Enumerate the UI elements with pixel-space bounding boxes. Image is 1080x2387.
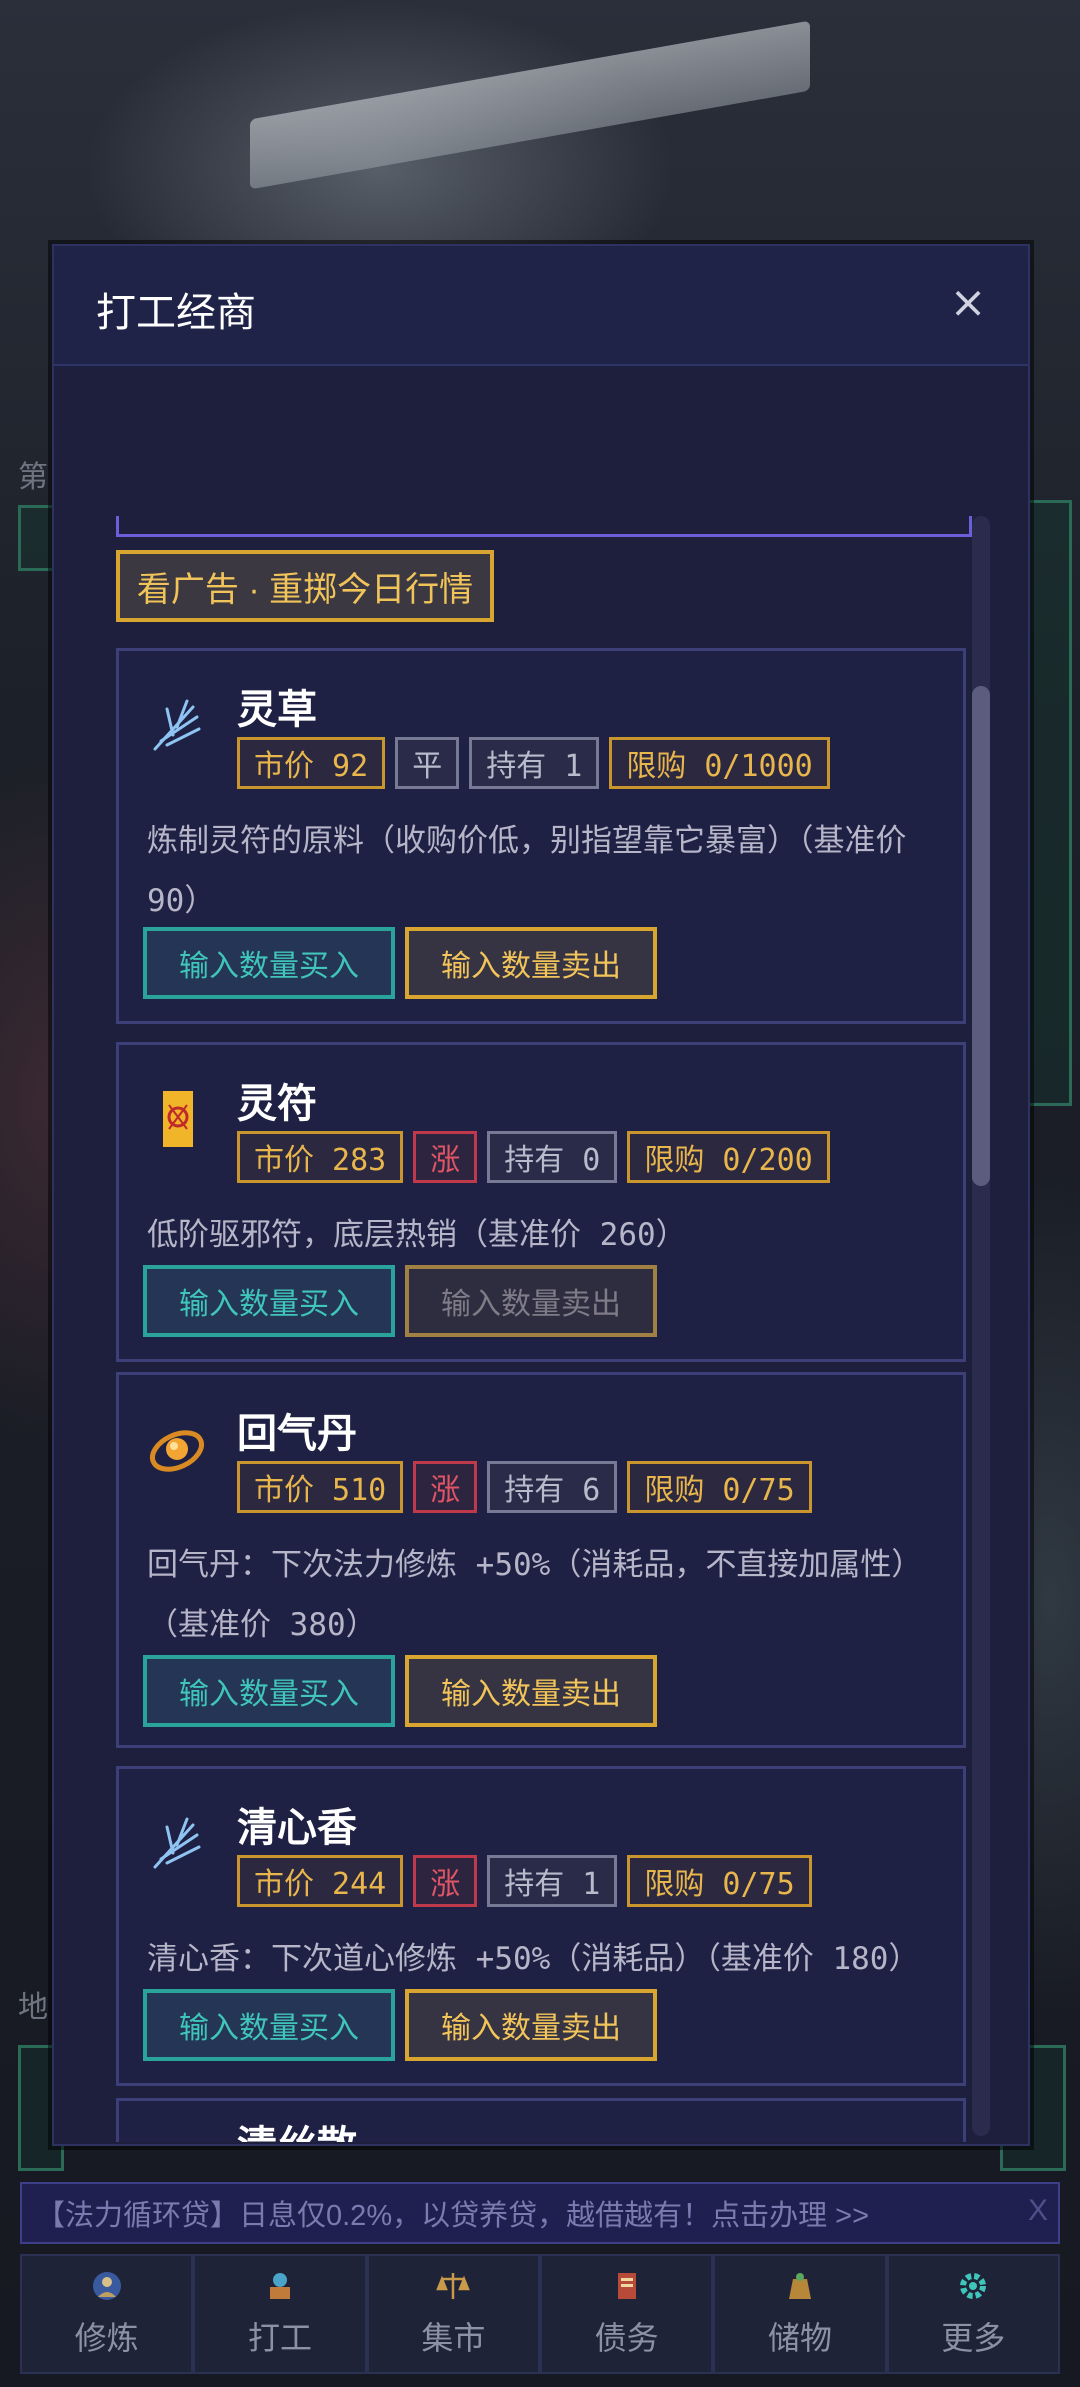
background-panel-right <box>1026 500 1072 1106</box>
trade-modal: 打工经商 × 看广告 · 重掷今日行情 灵草 市价 92 平 持有 1 限购 0… <box>52 244 1030 2146</box>
background-label-bottom: 地 <box>18 1991 48 2024</box>
gear-icon <box>960 2273 987 2299</box>
buy-button[interactable]: 输入数量买入 <box>143 1265 395 1337</box>
watch-ad-reroll-button[interactable]: 看广告 · 重掷今日行情 <box>116 550 494 622</box>
limit-tag: 限购 0/75 <box>627 1855 812 1907</box>
item-actions: 输入数量买入 输入数量卖出 <box>143 1989 657 2061</box>
item-description: 清心香：下次道心修炼 +50%（消耗品）（基准价 180） <box>147 1941 920 1977</box>
banner-text: 【法力循环贷】日息仅0.2%，以贷养贷，越借越有！点击办理 >> <box>36 2200 870 2232</box>
trend-tag: 平 <box>395 737 460 789</box>
limit-tag: 限购 0/1000 <box>609 737 830 789</box>
item-description: 回气丹：下次法力修炼 +50%（消耗品，不直接加属性）（基准价 380） <box>147 1547 923 1643</box>
incense-icon <box>153 1817 201 1869</box>
item-name: 清心香 <box>237 1806 357 1850</box>
price-tag: 市价 510 <box>237 1461 404 1513</box>
market-scale-icon <box>436 2273 471 2299</box>
item-card-partial: 清丝散 <box>116 2098 966 2142</box>
held-tag: 持有 1 <box>487 1855 618 1907</box>
modal-title: 打工经商 <box>96 291 256 335</box>
nav-item-market[interactable]: 集市 <box>366 2254 540 2374</box>
nav-label: 修炼 <box>74 2320 139 2356</box>
limit-tag: 限购 0/200 <box>627 1131 830 1183</box>
item-tags: 市价 244 涨 持有 1 限购 0/75 <box>237 1855 812 1907</box>
bottom-nav: 修炼 打工 集市 债务 储物 更多 <box>20 2254 1060 2374</box>
item-card: 回气丹 市价 510 涨 持有 6 限购 0/75 回气丹：下次法力修炼 +50… <box>116 1372 966 1748</box>
nav-label: 打工 <box>247 2320 312 2356</box>
sell-button[interactable]: 输入数量卖出 <box>405 927 657 999</box>
item-tags: 市价 283 涨 持有 0 限购 0/200 <box>237 1131 830 1183</box>
limit-tag: 限购 0/75 <box>627 1461 812 1513</box>
loan-ad-banner[interactable]: 【法力循环贷】日息仅0.2%，以贷养贷，越借越有！点击办理 >> X <box>20 2182 1060 2244</box>
work-icon <box>269 2273 290 2299</box>
item-actions: 输入数量买入 输入数量卖出 <box>143 1655 657 1727</box>
item-card: 清心香 市价 244 涨 持有 1 限购 0/75 清心香：下次道心修炼 +50… <box>116 1766 966 2086</box>
banner-close-button[interactable]: X <box>1028 2194 1048 2228</box>
storage-bag-icon <box>788 2273 811 2299</box>
sell-button[interactable]: 输入数量卖出 <box>405 1655 657 1727</box>
price-tag: 市价 244 <box>237 1855 404 1907</box>
item-description: 炼制灵符的原料（收购价低，别指望靠它暴富）（基准价 90） <box>147 823 907 919</box>
item-actions: 输入数量买入 输入数量卖出 <box>143 927 657 999</box>
item-name: 灵草 <box>237 688 317 732</box>
item-card: 灵符 市价 283 涨 持有 0 限购 0/200 低阶驱邪符，底层热销（基准价… <box>116 1042 966 1362</box>
item-name: 回气丹 <box>237 1412 357 1456</box>
item-actions: 输入数量买入 输入数量卖出 <box>143 1265 657 1337</box>
nav-item-debt[interactable]: 债务 <box>539 2254 714 2374</box>
buy-button[interactable]: 输入数量买入 <box>143 1989 395 2061</box>
talisman-icon <box>163 1091 193 1147</box>
sell-button-disabled[interactable]: 输入数量卖出 <box>405 1265 657 1337</box>
sell-button[interactable]: 输入数量卖出 <box>405 1989 657 2061</box>
trend-tag: 涨 <box>413 1855 478 1907</box>
held-tag: 持有 6 <box>487 1461 618 1513</box>
nav-label: 债务 <box>594 2320 659 2356</box>
cultivate-icon <box>92 2272 121 2300</box>
debt-scroll-icon <box>617 2273 636 2299</box>
buy-button[interactable]: 输入数量买入 <box>143 927 395 999</box>
price-tag: 市价 92 <box>237 737 386 789</box>
close-button[interactable]: × <box>938 272 998 332</box>
trend-tag: 涨 <box>413 1461 478 1513</box>
nav-label: 更多 <box>941 2320 1006 2356</box>
held-tag: 持有 1 <box>469 737 600 789</box>
item-tags: 市价 92 平 持有 1 限购 0/1000 <box>237 737 830 789</box>
item-tags: 市价 510 涨 持有 6 限购 0/75 <box>237 1461 812 1513</box>
close-icon: × <box>949 276 987 328</box>
item-name: 清丝散 <box>237 2113 357 2142</box>
nav-item-storage[interactable]: 储物 <box>713 2254 887 2374</box>
nav-label: 集市 <box>421 2320 486 2356</box>
price-tag: 市价 283 <box>237 1131 404 1183</box>
item-card: 灵草 市价 92 平 持有 1 限购 0/1000 炼制灵符的原料（收购价低，别… <box>116 648 966 1024</box>
buy-button[interactable]: 输入数量买入 <box>143 1655 395 1727</box>
nav-item-work[interactable]: 打工 <box>193 2254 367 2374</box>
modal-header: 打工经商 × <box>54 246 1028 366</box>
pill-icon <box>149 1430 205 1472</box>
trend-tag: 涨 <box>413 1131 478 1183</box>
item-description: 低阶驱邪符，底层热销（基准价 260） <box>147 1217 687 1253</box>
previous-card-edge <box>116 516 972 537</box>
scrollbar-thumb[interactable] <box>972 686 990 1186</box>
nav-item-cultivate[interactable]: 修炼 <box>20 2254 194 2374</box>
held-tag: 持有 0 <box>487 1131 618 1183</box>
herb-icon <box>153 699 201 751</box>
item-name: 灵符 <box>237 1082 317 1126</box>
nav-item-more[interactable]: 更多 <box>886 2254 1060 2374</box>
nav-label: 储物 <box>767 2320 832 2356</box>
background-label-top: 第 <box>18 461 48 494</box>
